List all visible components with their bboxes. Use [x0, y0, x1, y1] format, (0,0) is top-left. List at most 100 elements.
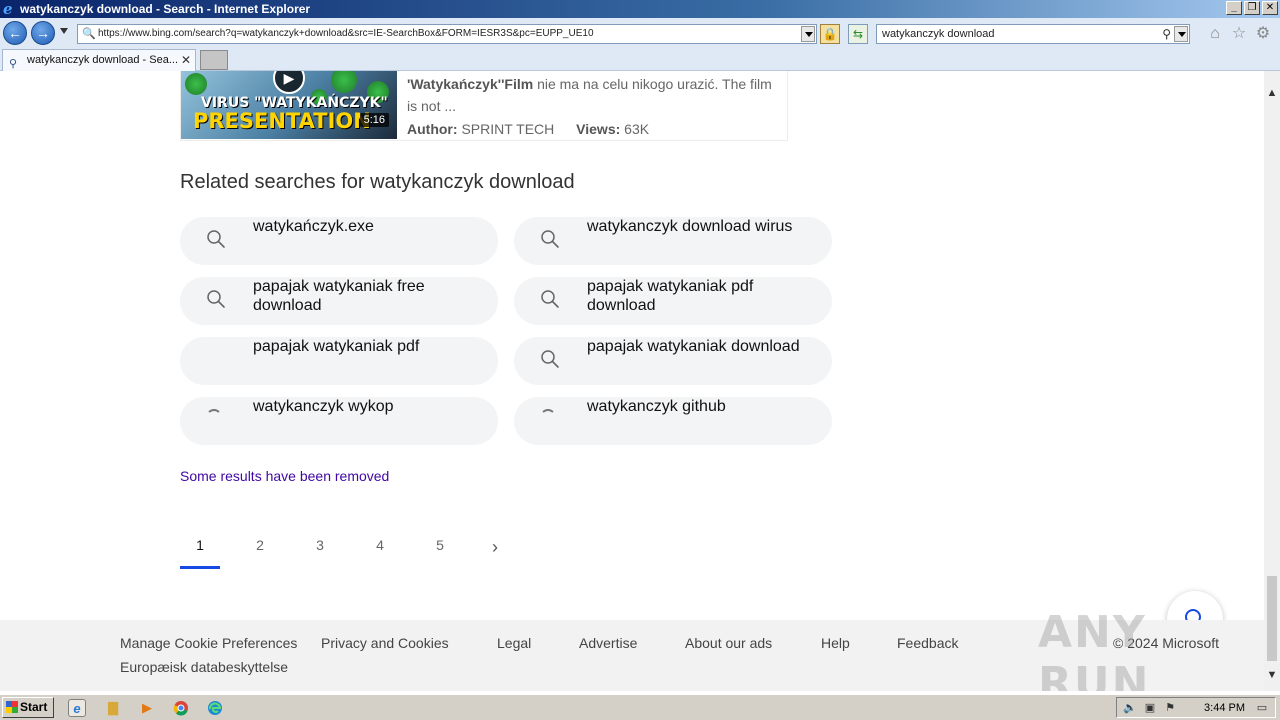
video-description: 'Watykańczyk''Film nie ma na celu nikogo…	[407, 73, 777, 117]
explorer-folder-icon[interactable]: ▇	[104, 699, 122, 717]
related-search-item[interactable]: watykańczyk.exe	[180, 217, 498, 265]
footer-link[interactable]: Manage Cookie Preferences	[120, 635, 297, 651]
page-icon: 🔍	[82, 28, 96, 40]
compatibility-refresh-icon[interactable]: ⇆	[848, 24, 868, 44]
address-url[interactable]: https://www.bing.com/search?q=watykanczy…	[98, 28, 594, 39]
footer-link[interactable]: Help	[821, 635, 850, 651]
video-views: 63K	[624, 121, 650, 137]
author-label: Author:	[407, 121, 458, 137]
footer-link[interactable]: About our ads	[685, 635, 772, 651]
video-author: SPRINT TECH	[461, 121, 555, 137]
thumbnail-caption-2: PRESENTATION	[193, 109, 371, 133]
chrome-icon[interactable]	[172, 699, 190, 717]
ie-taskbar-icon[interactable]: e	[68, 699, 86, 717]
related-search-label: watykanczyk wykop	[253, 398, 394, 415]
scroll-down-icon[interactable]: ▼	[1264, 667, 1280, 683]
page-link-2[interactable]: 2	[240, 537, 280, 553]
search-icon	[540, 349, 560, 369]
related-search-item[interactable]: papajak watykaniak download	[514, 337, 832, 385]
related-search-label: papajak watykaniak download	[587, 338, 800, 355]
related-search-item[interactable]: watykanczyk github	[514, 397, 832, 445]
footer-link[interactable]: Feedback	[897, 635, 958, 651]
scrollbar-thumb[interactable]	[1267, 576, 1277, 661]
address-bar[interactable]: 🔍 https://www.bing.com/search?q=watykanc…	[77, 24, 817, 44]
start-label: Start	[20, 700, 48, 714]
minimize-button[interactable]: _	[1226, 1, 1242, 15]
settings-gear-icon[interactable]: ⚙	[1254, 25, 1272, 43]
video-desc-bold: 'Watykańczyk''Film	[407, 76, 534, 92]
volume-icon[interactable]: 🔈	[1123, 701, 1137, 715]
page-link-1[interactable]: 1	[180, 537, 220, 553]
footer-link[interactable]: Privacy and Cookies	[321, 635, 449, 651]
next-page-chevron-icon[interactable]: ›	[492, 537, 498, 558]
page-viewport: ▶ VIRUS "WATYKAŃCZYK" PRESENTATION 5:16 …	[0, 71, 1264, 691]
page-link-5[interactable]: 5	[420, 537, 460, 553]
search-icon	[540, 229, 560, 249]
related-search-label: watykańczyk.exe	[253, 218, 374, 235]
window-titlebar: e watykanczyk download - Search - Intern…	[0, 0, 1280, 18]
related-searches-title: Related searches for watykanczyk downloa…	[180, 171, 575, 193]
video-duration: 5:16	[359, 113, 389, 127]
search-box-value[interactable]: watykanczyk download	[882, 28, 995, 40]
edge-icon[interactable]	[206, 699, 224, 717]
related-search-label: papajak watykaniak pdf download	[587, 278, 754, 314]
results-removed-link[interactable]: Some results have been removed	[180, 468, 389, 484]
related-search-label: watykanczyk download wirus	[587, 218, 793, 235]
loading-icon	[540, 409, 556, 425]
network-icon[interactable]: ▣	[1143, 701, 1157, 715]
ie-logo-icon: e	[3, 0, 13, 18]
search-icon[interactable]: ⚲	[1162, 27, 1171, 41]
play-icon[interactable]: ▶	[273, 71, 305, 94]
footer-link-data-protection[interactable]: Europæisk databeskyttelse	[120, 659, 288, 675]
loading-icon	[206, 409, 222, 425]
video-meta: Author: SPRINT TECH Views: 63K	[407, 121, 649, 137]
views-label: Views:	[576, 121, 621, 137]
tab-title: watykanczyk download - Sea...	[27, 54, 179, 66]
new-tab-button[interactable]	[200, 50, 228, 70]
page-link-3[interactable]: 3	[300, 537, 340, 553]
address-dropdown-button[interactable]	[801, 26, 815, 42]
related-search-item[interactable]: papajak watykaniak free download	[180, 277, 498, 325]
media-player-icon[interactable]: ▶	[138, 699, 156, 717]
tab-current[interactable]: ⚲ watykanczyk download - Sea... ✕	[2, 49, 196, 71]
search-box[interactable]: watykanczyk download ⚲	[876, 24, 1190, 44]
restore-button[interactable]: ❐	[1244, 1, 1260, 15]
action-center-flag-icon[interactable]: ⚑	[1163, 701, 1177, 715]
video-result-card[interactable]: ▶ VIRUS "WATYKAŃCZYK" PRESENTATION 5:16 …	[180, 71, 788, 141]
close-window-button[interactable]: ✕	[1262, 1, 1278, 15]
tab-bar: ⚲ watykanczyk download - Sea... ✕	[0, 48, 1280, 71]
related-search-label: papajak watykaniak pdf	[253, 338, 420, 355]
page-link-4[interactable]: 4	[360, 537, 400, 553]
forward-button[interactable]: →	[31, 21, 55, 45]
vertical-scrollbar[interactable]: ▲ ▼	[1264, 71, 1280, 691]
footer-link[interactable]: Advertise	[579, 635, 637, 651]
scroll-up-icon[interactable]: ▲	[1264, 85, 1280, 101]
navigation-bar: ← → 🔍 https://www.bing.com/search?q=waty…	[0, 18, 1280, 48]
windows-flag-icon	[6, 701, 18, 713]
system-tray: 🔈 ▣ ⚑ 3:44 PM ▭	[1116, 697, 1276, 718]
related-search-label: papajak watykaniak free download	[253, 278, 425, 314]
window-controls: _ ❐ ✕	[1226, 1, 1278, 15]
current-page-indicator	[180, 566, 220, 569]
related-search-item[interactable]: watykanczyk wykop	[180, 397, 498, 445]
start-button[interactable]: Start	[2, 697, 54, 718]
favorites-star-icon[interactable]: ☆	[1230, 25, 1248, 43]
footer-link[interactable]: Legal	[497, 635, 531, 651]
related-search-item[interactable]: watykanczyk download wirus	[514, 217, 832, 265]
show-desktop-icon[interactable]: ▭	[1255, 701, 1269, 715]
search-provider-dropdown[interactable]	[1174, 26, 1188, 42]
window-title: watykanczyk download - Search - Internet…	[20, 2, 311, 16]
lock-icon[interactable]: 🔒	[820, 24, 840, 44]
related-search-item[interactable]: papajak watykaniak pdf	[180, 337, 498, 385]
windows-taskbar: Start e ▇ ▶ 🔈 ▣ ⚑ 3:44 PM ▭	[0, 694, 1280, 720]
search-icon	[206, 229, 226, 249]
anyrun-watermark: ANY RUN	[1038, 607, 1151, 691]
search-icon	[540, 289, 560, 309]
video-thumbnail[interactable]: ▶ VIRUS "WATYKAŃCZYK" PRESENTATION 5:16	[181, 71, 397, 139]
related-search-item[interactable]: papajak watykaniak pdf download	[514, 277, 832, 325]
home-icon[interactable]: ⌂	[1206, 25, 1224, 43]
history-dropdown-icon[interactable]	[60, 28, 68, 34]
back-button[interactable]: ←	[3, 21, 27, 45]
tab-close-icon[interactable]: ✕	[181, 50, 191, 70]
clock[interactable]: 3:44 PM	[1204, 702, 1245, 714]
